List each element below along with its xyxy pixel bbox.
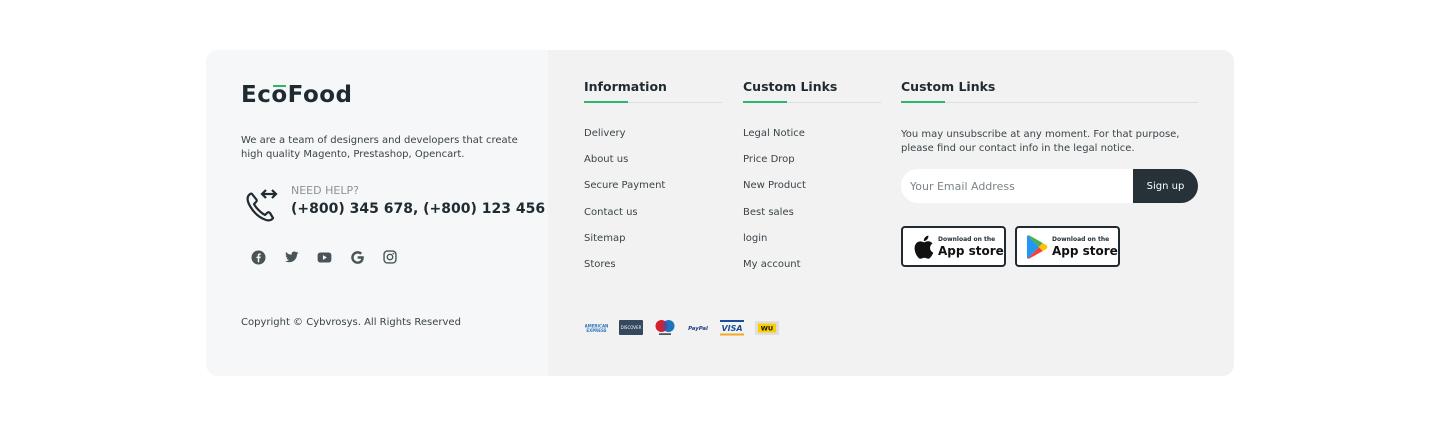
title-underline <box>901 101 1198 103</box>
twitter-icon[interactable] <box>283 249 299 265</box>
help-phone-number[interactable]: (+800) 345 678, (+800) 123 456 <box>291 201 545 217</box>
amex-icon: AMERICAN EXPRESS <box>585 320 608 335</box>
site-footer: EcoFood We are a team of designers and d… <box>206 50 1234 376</box>
newsletter-title: Custom Links <box>901 79 996 94</box>
app-store-badge-apple[interactable]: Download on the App store <box>901 226 1006 267</box>
information-title: Information <box>584 79 667 94</box>
svg-text:DISCOVER: DISCOVER <box>621 325 642 330</box>
link-about-us[interactable]: About us <box>584 154 722 180</box>
help-block: NEED HELP? (+800) 345 678, (+800) 123 45… <box>241 184 545 224</box>
footer-links-panel: Information Delivery About us Secure Pay… <box>548 50 1234 376</box>
google-icon[interactable] <box>349 249 365 265</box>
about-text: We are a team of designers and developer… <box>241 135 518 160</box>
newsletter-text: You may unsubscribe at any moment. For t… <box>901 129 1180 154</box>
youtube-icon[interactable] <box>316 249 332 265</box>
google-play-icon <box>1026 234 1048 259</box>
social-links <box>250 249 398 265</box>
phone-transfer-icon <box>246 189 278 222</box>
footer-brand-panel: EcoFood We are a team of designers and d… <box>206 50 548 376</box>
app-store-badge-google[interactable]: Download on the App store <box>1015 226 1120 267</box>
link-contact-us[interactable]: Contact us <box>584 207 722 233</box>
copyright-text: Copyright © Cybvrosys. All Rights Reserv… <box>241 317 461 328</box>
svg-text:EXPRESS: EXPRESS <box>586 328 606 333</box>
information-links: Delivery About us Secure Payment Contact… <box>584 128 722 285</box>
link-new-product[interactable]: New Product <box>743 180 881 206</box>
information-column: Information Delivery About us Secure Pay… <box>584 79 722 285</box>
maestro-icon <box>654 320 676 335</box>
logo[interactable]: EcoFood <box>241 82 353 108</box>
help-label: NEED HELP? <box>291 184 359 197</box>
payment-methods: AMERICAN EXPRESS DISCOVER PayPal VISA WU <box>585 319 779 335</box>
apple-icon <box>914 235 934 259</box>
store-big-text: App store <box>1052 243 1118 258</box>
link-secure-payment[interactable]: Secure Payment <box>584 180 722 206</box>
svg-text:PayPal: PayPal <box>688 326 708 332</box>
facebook-icon[interactable] <box>250 249 266 265</box>
link-legal-notice[interactable]: Legal Notice <box>743 128 881 154</box>
discover-icon: DISCOVER <box>619 320 643 335</box>
custom-links-column: Custom Links Legal Notice Price Drop New… <box>743 79 881 285</box>
link-login[interactable]: login <box>743 233 881 259</box>
app-store-badges: Download on the App store Download on th… <box>901 226 1198 267</box>
svg-text:VISA: VISA <box>721 324 742 333</box>
email-input[interactable] <box>901 169 1133 203</box>
svg-text:WU: WU <box>761 324 773 332</box>
link-price-drop[interactable]: Price Drop <box>743 154 881 180</box>
link-sitemap[interactable]: Sitemap <box>584 233 722 259</box>
signup-button[interactable]: Sign up <box>1133 169 1198 203</box>
paypal-icon: PayPal <box>687 320 709 335</box>
store-small-text: Download on the <box>938 235 996 243</box>
newsletter-column: Custom Links You may unsubscribe at any … <box>901 79 1198 267</box>
link-best-sales[interactable]: Best sales <box>743 207 881 233</box>
western-union-icon: WU <box>755 320 779 335</box>
title-underline <box>743 101 881 103</box>
title-underline <box>584 101 722 103</box>
link-my-account[interactable]: My account <box>743 259 881 285</box>
visa-icon: VISA <box>720 319 744 335</box>
link-delivery[interactable]: Delivery <box>584 128 722 154</box>
subscribe-form: Sign up <box>901 169 1198 203</box>
store-small-text: Download on the <box>1052 235 1110 243</box>
instagram-icon[interactable] <box>382 249 398 265</box>
store-big-text: App store <box>938 243 1004 258</box>
custom-links-title: Custom Links <box>743 79 838 94</box>
custom-links: Legal Notice Price Drop New Product Best… <box>743 128 881 285</box>
link-stores[interactable]: Stores <box>584 259 722 285</box>
